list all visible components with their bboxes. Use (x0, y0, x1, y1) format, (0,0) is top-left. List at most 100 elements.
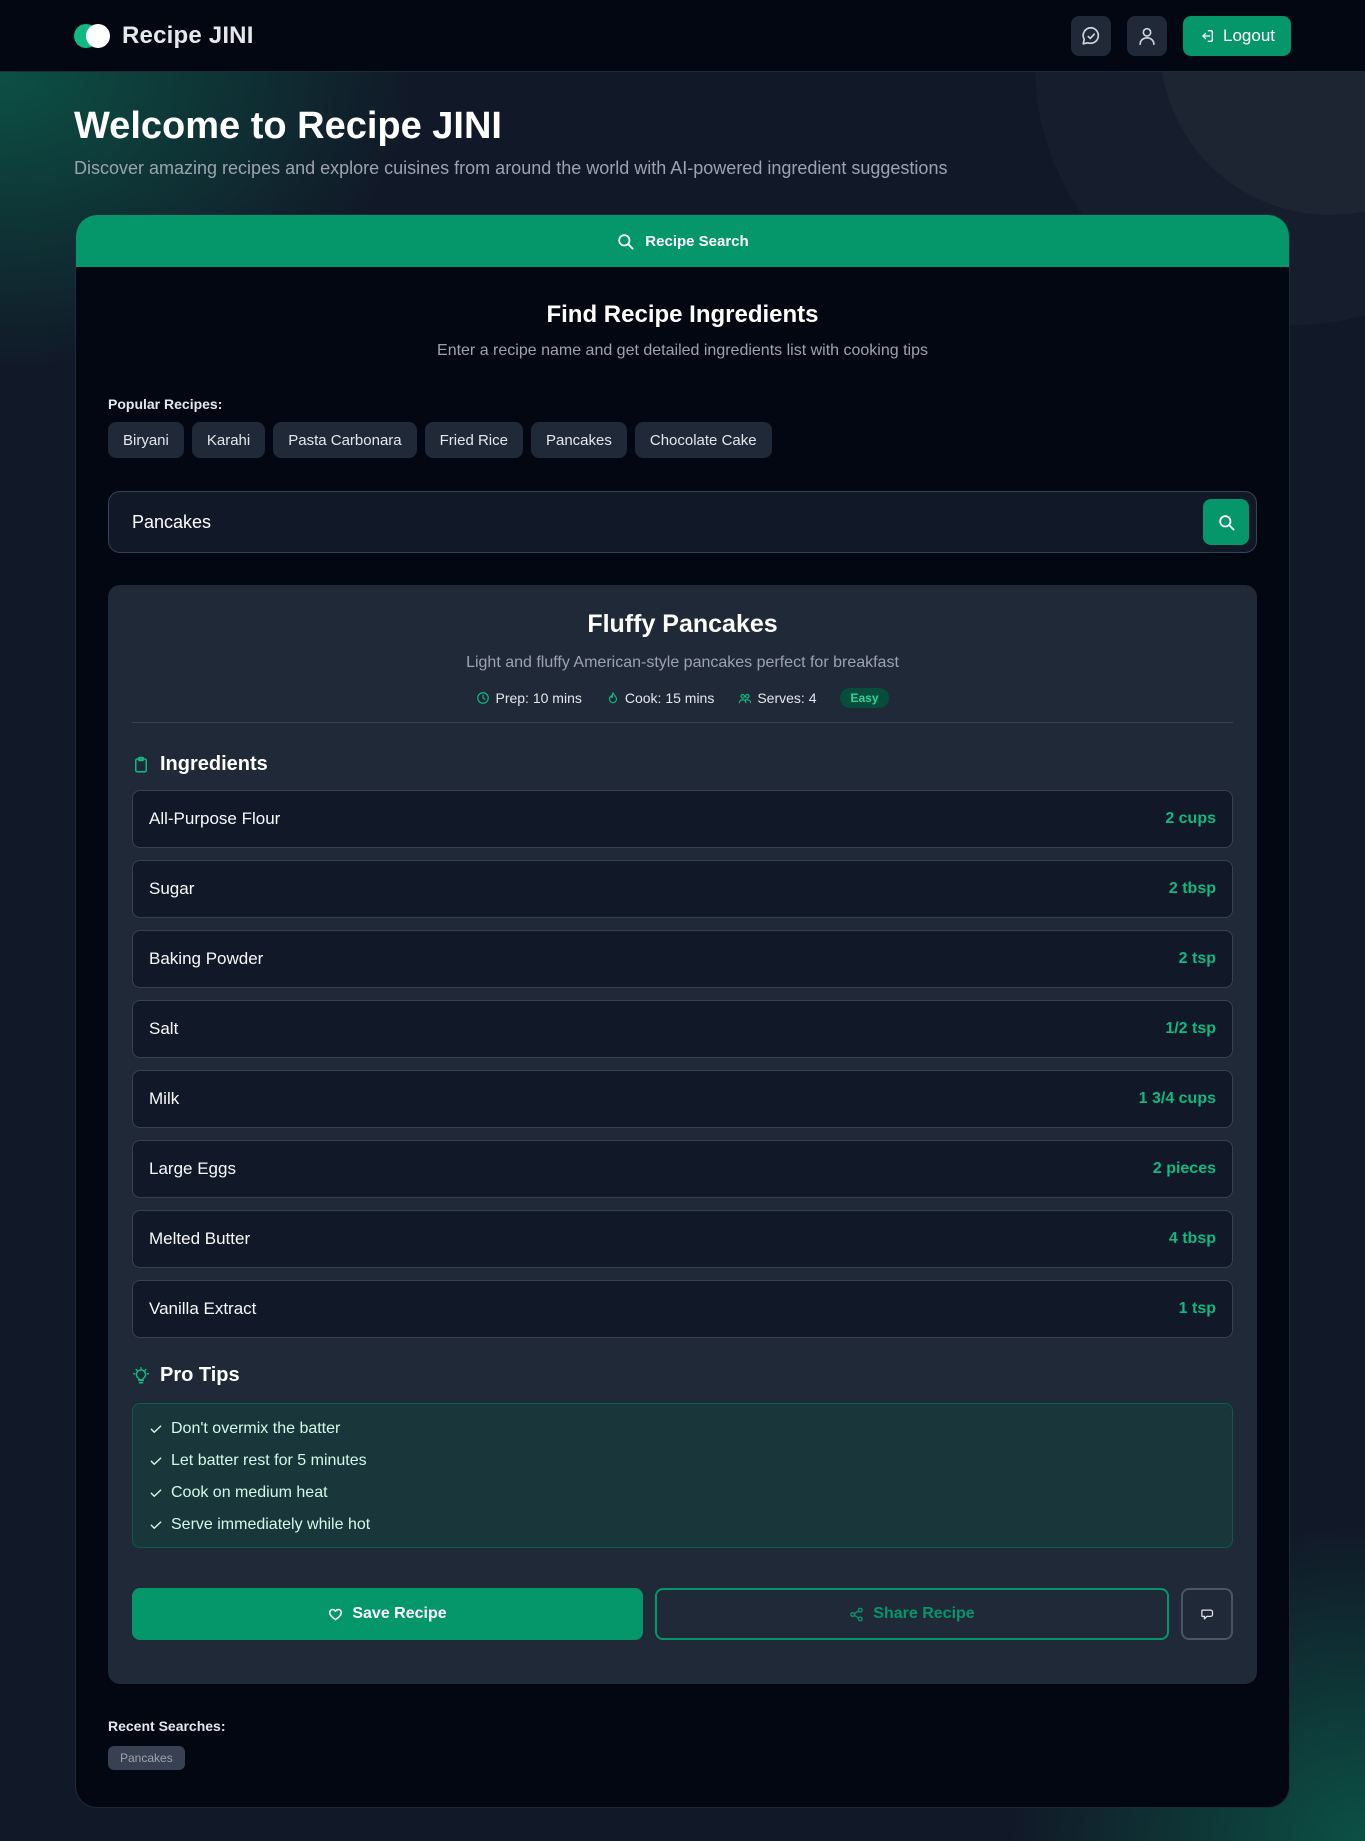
flame-icon (608, 692, 617, 704)
ingredient-quantity: 4 tbsp (1168, 1230, 1216, 1247)
ingredient-quantity: 2 cups (1165, 810, 1216, 827)
brand-name: Recipe JINI (122, 22, 254, 49)
share-recipe-button[interactable]: Share Recipe (655, 1588, 1169, 1640)
tip-text: Cook on medium heat (171, 1483, 328, 1501)
ingredients-heading: Ingredients (132, 753, 1233, 776)
check-icon (150, 1424, 162, 1433)
popular-recipe-chip[interactable]: Biryani (108, 422, 184, 458)
popular-recipe-chip[interactable]: Chocolate Cake (634, 422, 772, 458)
recent-searches-list: Pancakes (108, 1746, 1257, 1770)
ingredient-row: Large Eggs 2 pieces (132, 1140, 1233, 1198)
ingredient-name: Large Eggs (149, 1159, 236, 1178)
ingredient-row: Baking Powder 2 tsp (132, 930, 1233, 988)
ingredient-name: Salt (149, 1019, 179, 1038)
page-title: Welcome to Recipe JINI (74, 105, 502, 147)
popular-recipes-label: Popular Recipes: (108, 396, 223, 412)
ingredient-name: Melted Butter (149, 1229, 251, 1248)
ingredient-row: Sugar 2 tbsp (132, 860, 1233, 918)
clock-icon (477, 692, 490, 704)
search-submit-button[interactable] (1203, 499, 1249, 545)
pro-tips-heading: Pro Tips (132, 1364, 1233, 1387)
popular-recipe-chip[interactable]: Pancakes (530, 422, 627, 458)
tip-text: Don't overmix the batter (171, 1419, 341, 1437)
ingredients-title: Ingredients (160, 753, 268, 775)
brand[interactable]: Recipe JINI (74, 22, 254, 50)
clipboard-icon (135, 756, 147, 772)
save-recipe-label: Save Recipe (352, 1605, 447, 1622)
pro-tips-list: Don't overmix the batter Let batter rest… (132, 1403, 1233, 1548)
share-icon (850, 1607, 864, 1621)
ingredient-name: Sugar (149, 879, 195, 898)
ingredient-name: Baking Powder (149, 949, 264, 968)
recipe-description: Light and fluffy American-style pancakes… (466, 654, 899, 671)
tip-text: Serve immediately while hot (171, 1515, 371, 1533)
finder-title: Find Recipe Ingredients (546, 301, 819, 328)
navbar: Recipe JINI Logout (0, 0, 1365, 72)
heart-icon (329, 1608, 343, 1620)
recent-search-chip[interactable]: Pancakes (108, 1746, 185, 1770)
popular-recipe-chip[interactable]: Karahi (191, 422, 266, 458)
tab-recipe-search[interactable]: Recipe Search (76, 215, 1289, 267)
recipe-result: Fluffy Pancakes Light and fluffy America… (108, 585, 1257, 1684)
search-icon (618, 233, 634, 249)
page-subtitle: Discover amazing recipes and explore cui… (74, 158, 948, 178)
recipe-actions: Save Recipe Share Recipe (132, 1588, 1233, 1640)
hero: Welcome to Recipe JINI Discover amazing … (74, 104, 947, 179)
popular-recipes-list: Biryani Karahi Pasta Carbonara Fried Ric… (108, 422, 1257, 458)
ingredient-quantity: 2 pieces (1152, 1160, 1216, 1177)
cook-time: Cook: 15 mins (606, 690, 714, 706)
recipe-meta: Prep: 10 mins Cook: 15 mins Serves: 4 Ea… (132, 688, 1233, 723)
check-icon (150, 1520, 162, 1529)
search-icon (1218, 514, 1234, 530)
ingredient-quantity: 2 tbsp (1168, 880, 1216, 897)
servings-label: Serves: 4 (757, 690, 817, 706)
tip-item: Let batter rest for 5 minutes (149, 1451, 1216, 1470)
ingredient-row: All-Purpose Flour 2 cups (132, 790, 1233, 848)
servings: Serves: 4 (738, 690, 816, 706)
popular-recipe-chip[interactable]: Fried Rice (424, 422, 523, 458)
chat-button[interactable] (1071, 16, 1111, 56)
ingredient-row: Milk 1 3/4 cups (132, 1070, 1233, 1128)
prep-time-label: Prep: 10 mins (495, 690, 582, 706)
popular-recipe-chip[interactable]: Pasta Carbonara (273, 422, 417, 458)
check-icon (150, 1488, 162, 1497)
ingredient-name: All-Purpose Flour (149, 809, 281, 828)
tab-label: Recipe Search (645, 232, 749, 250)
logout-button[interactable]: Logout (1183, 16, 1291, 56)
recent-searches-label: Recent Searches: (108, 1718, 226, 1734)
ingredient-quantity: 1 3/4 cups (1138, 1090, 1216, 1107)
finder-subtitle: Enter a recipe name and get detailed ing… (437, 342, 928, 359)
pro-tips-title: Pro Tips (160, 1364, 240, 1386)
recipe-search-box (108, 491, 1257, 553)
ingredients-list: All-Purpose Flour 2 cups Sugar 2 tbsp Ba… (132, 790, 1233, 1338)
card-body: Find Recipe Ingredients Enter a recipe n… (76, 301, 1289, 1770)
chat-about-recipe-button[interactable] (1181, 1588, 1233, 1640)
lightbulb-icon (132, 1366, 150, 1383)
ingredient-name: Milk (149, 1089, 180, 1108)
user-icon (1139, 27, 1155, 46)
tip-item: Cook on medium heat (149, 1483, 1216, 1502)
nav-actions: Logout (1071, 16, 1291, 56)
ingredient-row: Vanilla Extract 1 tsp (132, 1280, 1233, 1338)
logout-icon (1202, 30, 1213, 42)
ingredient-name: Vanilla Extract (149, 1299, 257, 1318)
users-icon (739, 693, 752, 704)
tip-item: Serve immediately while hot (149, 1515, 1216, 1534)
ingredient-quantity: 2 tsp (1178, 950, 1216, 967)
cook-time-label: Cook: 15 mins (624, 690, 715, 706)
profile-button[interactable] (1127, 16, 1167, 56)
logout-label: Logout (1223, 26, 1275, 45)
share-recipe-label: Share Recipe (873, 1605, 975, 1622)
brand-logo-icon (74, 22, 112, 50)
recipe-search-input[interactable] (132, 511, 1132, 533)
message-icon (1200, 1609, 1213, 1619)
ingredient-row: Salt 1/2 tsp (132, 1000, 1233, 1058)
prep-time: Prep: 10 mins (476, 690, 582, 706)
ingredient-row: Melted Butter 4 tbsp (132, 1210, 1233, 1268)
recipe-search-card: Recipe Search Find Recipe Ingredients En… (75, 214, 1290, 1808)
check-icon (150, 1456, 162, 1465)
difficulty-badge: Easy (840, 688, 889, 708)
save-recipe-button[interactable]: Save Recipe (132, 1588, 643, 1640)
tip-text: Let batter rest for 5 minutes (171, 1451, 367, 1469)
tip-item: Don't overmix the batter (149, 1419, 1216, 1438)
